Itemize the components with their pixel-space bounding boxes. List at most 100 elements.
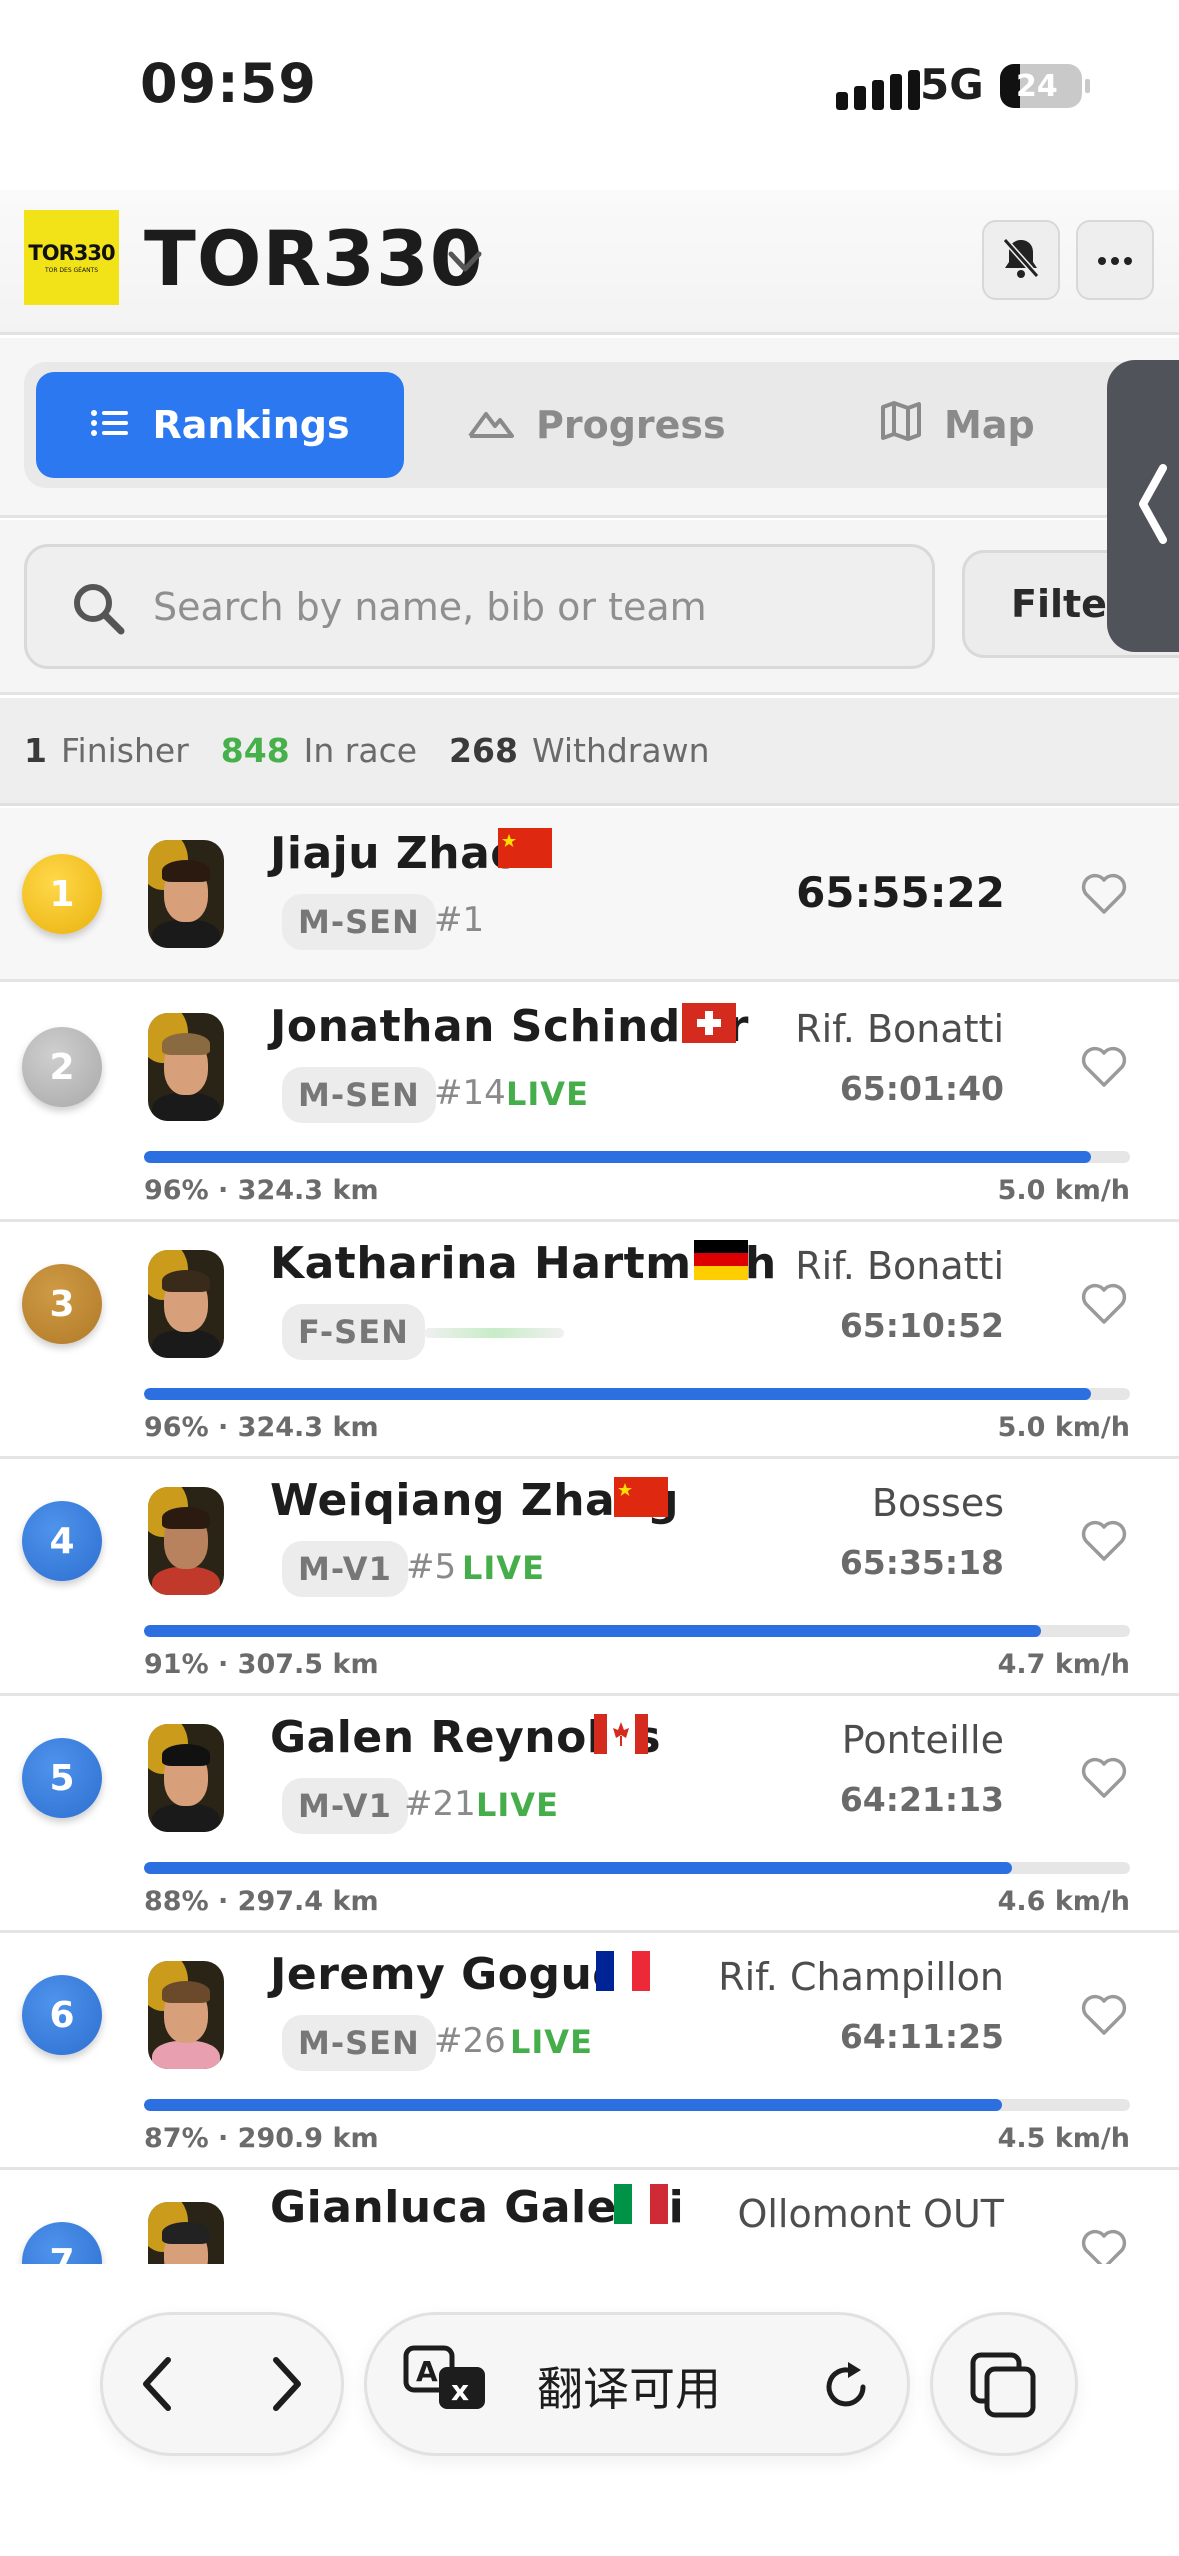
race-time: 64:21:13 (839, 1780, 1004, 1819)
more-icon (1097, 251, 1133, 270)
tab-map[interactable]: Map (880, 372, 1035, 478)
ranking-row-1[interactable]: 1 Jiaju Zhao M-SEN #1 65:55:22 (0, 808, 1179, 982)
chevron-right-icon (266, 2354, 306, 2418)
race-time: 65:10:52 (839, 1306, 1004, 1345)
progress-bar (144, 1862, 1130, 1874)
favorite-heart-icon[interactable] (1080, 1519, 1128, 1563)
category-badge: M-SEN (282, 894, 436, 950)
chevron-down-icon[interactable] (445, 242, 485, 282)
notifications-button[interactable] (982, 220, 1060, 300)
map-icon (880, 400, 922, 450)
chevron-left-icon (1135, 462, 1169, 550)
translate-icon: Ax (403, 2345, 489, 2419)
rank-badge: 3 (22, 1264, 102, 1344)
avatar (148, 1013, 224, 1121)
battery-icon: 24 (1000, 64, 1090, 108)
progress-bar (144, 2099, 1130, 2111)
speed: 4.6 km/h (997, 1886, 1130, 1917)
avatar (148, 2202, 224, 2264)
race-time: 65:01:40 (839, 1069, 1004, 1108)
progress-fill (144, 1388, 1091, 1400)
bib-number: #26 (434, 2021, 506, 2061)
live-badge: LIVE (510, 2023, 593, 2061)
athlete-name[interactable]: Jeremy Goguet (270, 1949, 644, 2000)
tab-progress[interactable]: Progress (468, 372, 726, 478)
rankings-list: 1 Jiaju Zhao M-SEN #1 65:55:22 2 Jonatha… (0, 808, 1179, 2264)
speed: 4.7 km/h (997, 1649, 1130, 1680)
progress-text: 96% · 324.3 km (144, 1412, 379, 1443)
ranking-row-6[interactable]: 6 Jeremy Goguet M-SEN #26 LIVE Rif. Cham… (0, 1933, 1179, 2170)
live-badge: LIVE (476, 1786, 559, 1824)
checkpoint-name: Rif. Bonatti (795, 1007, 1004, 1051)
race-time: 64:11:25 (839, 2017, 1004, 2056)
translate-pill[interactable]: Ax 翻译可用 (364, 2312, 910, 2456)
finishers-label: Finisher (60, 731, 189, 770)
search-input[interactable] (153, 575, 913, 639)
event-title[interactable]: TOR330 (144, 214, 484, 303)
tab-bar: Rankings Progress Map (24, 362, 1179, 488)
china-flag-icon (498, 828, 552, 868)
reload-icon[interactable] (819, 2359, 873, 2417)
withdrawn-label: Withdrawn (531, 731, 710, 770)
browser-toolbar: Ax 翻译可用 (0, 2264, 1179, 2556)
speed: 5.0 km/h (997, 1175, 1130, 1206)
athlete-name[interactable]: Jonathan Schindler (270, 1001, 749, 1052)
status-bar: 09:59 5G 24 (0, 0, 1179, 170)
more-button[interactable] (1076, 220, 1154, 300)
progress-fill (144, 1151, 1091, 1163)
ranking-row-5[interactable]: 5 Galen Reynolds M-V1 #21 LIVE Ponteille… (0, 1696, 1179, 1933)
side-panel-handle[interactable] (1107, 360, 1179, 652)
france-flag-icon (596, 1951, 650, 1991)
athlete-name[interactable]: Jiaju Zhao (270, 828, 521, 879)
progress-bar (144, 1151, 1130, 1163)
navigation-pill (100, 2312, 344, 2456)
progress-fill (144, 2099, 1002, 2111)
category-badge: M-V1 (282, 1541, 408, 1597)
ranking-row-3[interactable]: 3 Katharina Hartmuth F-SEN Rif. Bonatti … (0, 1222, 1179, 1459)
back-button[interactable] (123, 2351, 193, 2421)
progress-bar (144, 1388, 1130, 1400)
favorite-heart-icon[interactable] (1080, 2228, 1128, 2264)
app-header: TOR330 TOR DES GÉANTS TOR330 (0, 190, 1179, 335)
checkpoint-name: Ponteille (841, 1718, 1004, 1762)
forward-button[interactable] (251, 2351, 321, 2421)
race-stats: 1 Finisher 848 In race 268 Withdrawn (0, 698, 1179, 806)
category-badge: M-V1 (282, 1778, 408, 1834)
favorite-heart-icon[interactable] (1080, 872, 1128, 916)
logo-subtext: TOR DES GÉANTS (44, 267, 99, 274)
ranking-row-7[interactable]: 7 Gianluca Galeati Ollomont OUT (0, 2170, 1179, 2264)
signal-icon (836, 70, 920, 110)
ranking-row-2[interactable]: 2 Jonathan Schindler M-SEN #14 LIVE Rif.… (0, 985, 1179, 1222)
progress-text: 88% · 297.4 km (144, 1886, 379, 1917)
tab-rankings[interactable]: Rankings (36, 372, 404, 478)
checkpoint-name: Rif. Bonatti (795, 1244, 1004, 1288)
avatar (148, 1487, 224, 1595)
favorite-heart-icon[interactable] (1080, 1993, 1128, 2037)
search-box[interactable] (24, 544, 935, 669)
category-badge: F-SEN (282, 1304, 425, 1360)
tab-map-label: Map (944, 403, 1035, 447)
italy-flag-icon (614, 2184, 668, 2224)
progress-text: 91% · 307.5 km (144, 1649, 379, 1680)
progress-text: 87% · 290.9 km (144, 2123, 379, 2154)
rank-badge: 5 (22, 1738, 102, 1818)
progress-bar (144, 1625, 1130, 1637)
loading-placeholder (424, 1328, 564, 1338)
progress-text: 96% · 324.3 km (144, 1175, 379, 1206)
rank-badge: 7 (22, 2222, 102, 2264)
tab-rankings-label: Rankings (152, 403, 350, 447)
tabs-overview-button[interactable] (930, 2312, 1078, 2456)
avatar (148, 840, 224, 948)
ranking-row-4[interactable]: 4 Weiqiang Zhang M-V1 #5 LIVE Bosses 65:… (0, 1459, 1179, 1696)
logo-text: TOR330 (28, 241, 115, 265)
favorite-heart-icon[interactable] (1080, 1045, 1128, 1089)
favorite-heart-icon[interactable] (1080, 1756, 1128, 1800)
live-badge: LIVE (462, 1549, 545, 1587)
event-logo: TOR330 TOR DES GÉANTS (24, 210, 119, 305)
china-flag-icon (614, 1477, 668, 1517)
finishers-count: 1 (24, 731, 47, 770)
favorite-heart-icon[interactable] (1080, 1282, 1128, 1326)
search-row: Filter (0, 520, 1179, 695)
network-type: 5G (920, 60, 984, 109)
checkpoint-name: Rif. Champillon (718, 1955, 1004, 1999)
